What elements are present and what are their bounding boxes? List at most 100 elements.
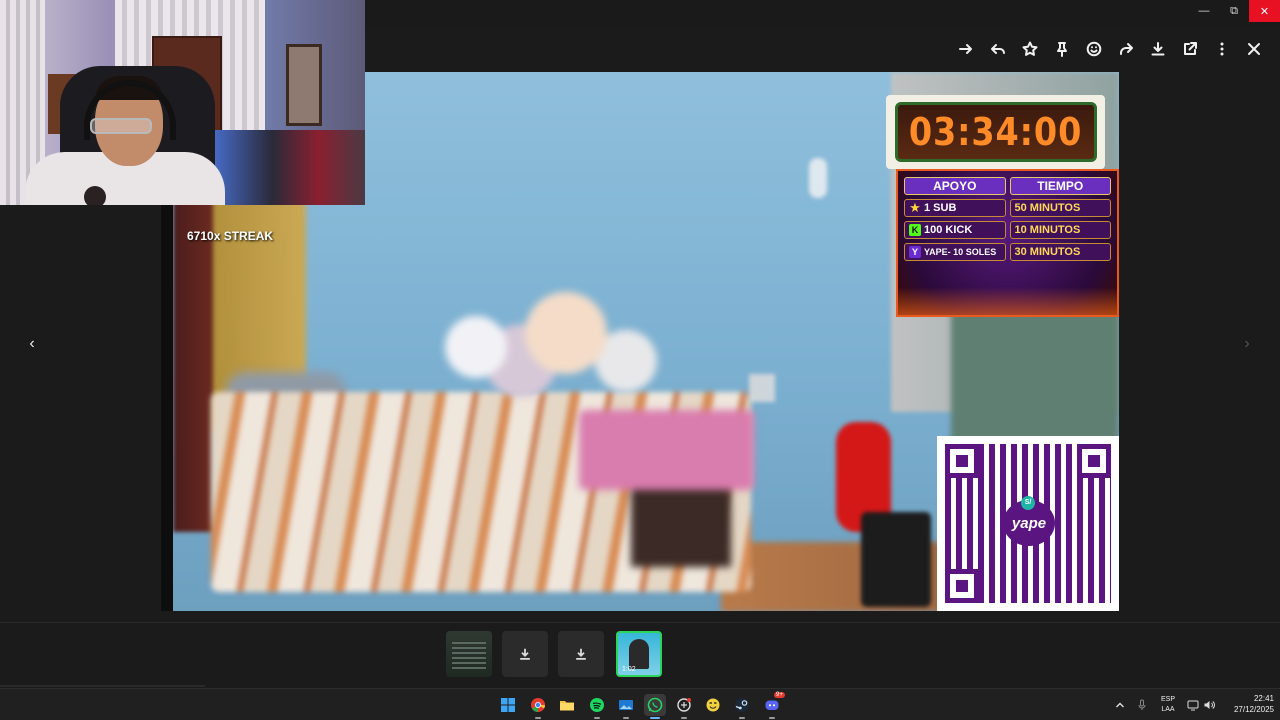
next-button[interactable]: › xyxy=(1233,330,1261,358)
photos-icon xyxy=(619,700,633,710)
kick-icon: K xyxy=(909,224,921,236)
chevron-up-icon xyxy=(1116,702,1124,708)
network-icon xyxy=(1187,700,1199,711)
close-viewer-button[interactable] xyxy=(1241,36,1267,62)
taskbar-file-explorer[interactable] xyxy=(556,694,578,716)
emoji-icon xyxy=(1086,41,1102,57)
chrome-icon xyxy=(531,698,546,713)
reply-button[interactable] xyxy=(985,36,1011,62)
react-button[interactable] xyxy=(1081,36,1107,62)
video-preview xyxy=(629,639,649,669)
media-toolbar xyxy=(365,26,1280,72)
yape-badge: S/ xyxy=(1021,496,1035,510)
reply-icon xyxy=(991,44,1005,54)
media-filmstrip: 1:02 xyxy=(0,622,1280,688)
input-language-indicator[interactable]: ESP LAA xyxy=(1157,695,1179,715)
taskbar-whatsapp[interactable] xyxy=(644,694,666,719)
support-header-apoyo: APOYO xyxy=(904,177,1006,195)
video-duration: 1:02 xyxy=(622,666,636,673)
clock-date: 27/12/2025 xyxy=(1233,705,1274,714)
restore-button[interactable]: ⧉ xyxy=(1218,0,1250,22)
taskbar-photos[interactable] xyxy=(615,694,637,719)
scroll-indicator xyxy=(0,685,205,687)
download-icon xyxy=(1151,42,1165,56)
forward-button[interactable] xyxy=(953,36,979,62)
running-indicator xyxy=(623,717,629,719)
more-button[interactable] xyxy=(1209,36,1235,62)
star-button[interactable] xyxy=(1017,36,1043,62)
background-box xyxy=(631,477,731,567)
pin-icon xyxy=(1057,42,1067,57)
show-hidden-icons-button[interactable] xyxy=(1110,694,1130,716)
windows-taskbar: 9+ ESP LAA 22:41 27/12/2025 xyxy=(0,688,1280,720)
share-icon xyxy=(1120,43,1133,55)
volume-tray-button[interactable] xyxy=(1199,694,1219,716)
thumbnail-document[interactable] xyxy=(446,631,492,677)
support-table-overlay: APOYO TIEMPO ★ 1 SUB 50 MINUTOS K 100 KICK… xyxy=(896,169,1119,317)
support-row-label: YAPE- 10 SOLES xyxy=(924,247,997,257)
microphone-tray-button[interactable] xyxy=(1132,694,1152,716)
support-row: ★ 1 SUB 50 MINUTOS xyxy=(904,199,1111,217)
thumbnail-video-active[interactable]: 1:02 xyxy=(616,631,662,677)
running-indicator xyxy=(594,717,600,719)
support-row-time: 10 MINUTOS xyxy=(1014,224,1081,236)
yape-logo: S/ yape xyxy=(1003,496,1055,546)
support-cell-time: 10 MINUTOS xyxy=(1009,221,1111,239)
open-external-button[interactable] xyxy=(1177,36,1203,62)
background-pink-blanket xyxy=(579,410,754,490)
microphone xyxy=(84,186,106,205)
background-outlet xyxy=(749,374,775,402)
support-row-time: 30 MINUTOS xyxy=(1014,246,1081,258)
keyboard-layout: LAA xyxy=(1161,706,1175,713)
support-cell-kick: K 100 KICK xyxy=(904,221,1006,239)
download-icon xyxy=(520,648,530,660)
windows-icon xyxy=(501,698,515,712)
support-row-time: 50 MINUTOS xyxy=(1014,202,1081,214)
background-plush-toys xyxy=(386,277,686,417)
whatsapp-icon xyxy=(647,697,663,713)
fire-decoration xyxy=(898,287,1117,315)
taskbar-chrome[interactable] xyxy=(527,694,549,719)
document-preview-icon xyxy=(452,639,486,669)
capture-icon xyxy=(677,698,691,712)
close-window-button[interactable]: ✕ xyxy=(1249,0,1280,22)
share-button[interactable] xyxy=(1113,36,1139,62)
support-row-label: 1 SUB xyxy=(924,202,957,214)
star-icon: ★ xyxy=(909,200,921,215)
steam-icon xyxy=(735,698,749,712)
language-code: ESP xyxy=(1160,696,1175,703)
taskbar-capture[interactable] xyxy=(673,694,695,719)
taskbar-emote-app[interactable] xyxy=(702,694,724,716)
support-table-header: APOYO TIEMPO xyxy=(904,177,1111,195)
support-header-tiempo: TIEMPO xyxy=(1009,177,1111,195)
taskbar-steam[interactable] xyxy=(731,694,753,719)
thumbnail-download[interactable] xyxy=(558,631,604,677)
running-indicator xyxy=(739,717,745,719)
more-vertical-icon xyxy=(1220,42,1224,56)
speaker-icon xyxy=(1204,701,1215,709)
thumbnail-download[interactable] xyxy=(502,631,548,677)
start-button[interactable] xyxy=(497,694,519,716)
webcam-overlay xyxy=(0,0,365,205)
taskbar-discord[interactable]: 9+ xyxy=(761,692,785,719)
taskbar-spotify[interactable] xyxy=(586,694,608,719)
support-cell-time: 30 MINUTOS xyxy=(1009,243,1111,261)
app-window: — ⧉ ✕ 6710x STREAK 03:34:00 APOYO TIEMPO… xyxy=(0,0,1280,720)
qr-finder xyxy=(1077,444,1111,478)
yape-icon: Y xyxy=(909,246,921,258)
previous-button[interactable]: ‹ xyxy=(18,330,46,358)
system-clock[interactable]: 22:41 27/12/2025 xyxy=(1222,693,1274,715)
pin-button[interactable] xyxy=(1049,36,1075,62)
clock-time: 22:41 xyxy=(1253,694,1274,703)
streak-label: 6710x STREAK xyxy=(187,229,274,243)
qr-finder xyxy=(945,569,979,603)
chevron-right-icon: › xyxy=(1244,335,1250,352)
minimize-button[interactable]: — xyxy=(1188,0,1220,22)
download-icon xyxy=(576,648,586,660)
star-icon xyxy=(1022,41,1038,56)
qr-finder xyxy=(945,444,979,478)
background-lamp xyxy=(809,158,827,198)
notification-badge: 9+ xyxy=(774,692,785,698)
support-cell-yape: Y YAPE- 10 SOLES xyxy=(904,243,1006,261)
download-button[interactable] xyxy=(1145,36,1171,62)
